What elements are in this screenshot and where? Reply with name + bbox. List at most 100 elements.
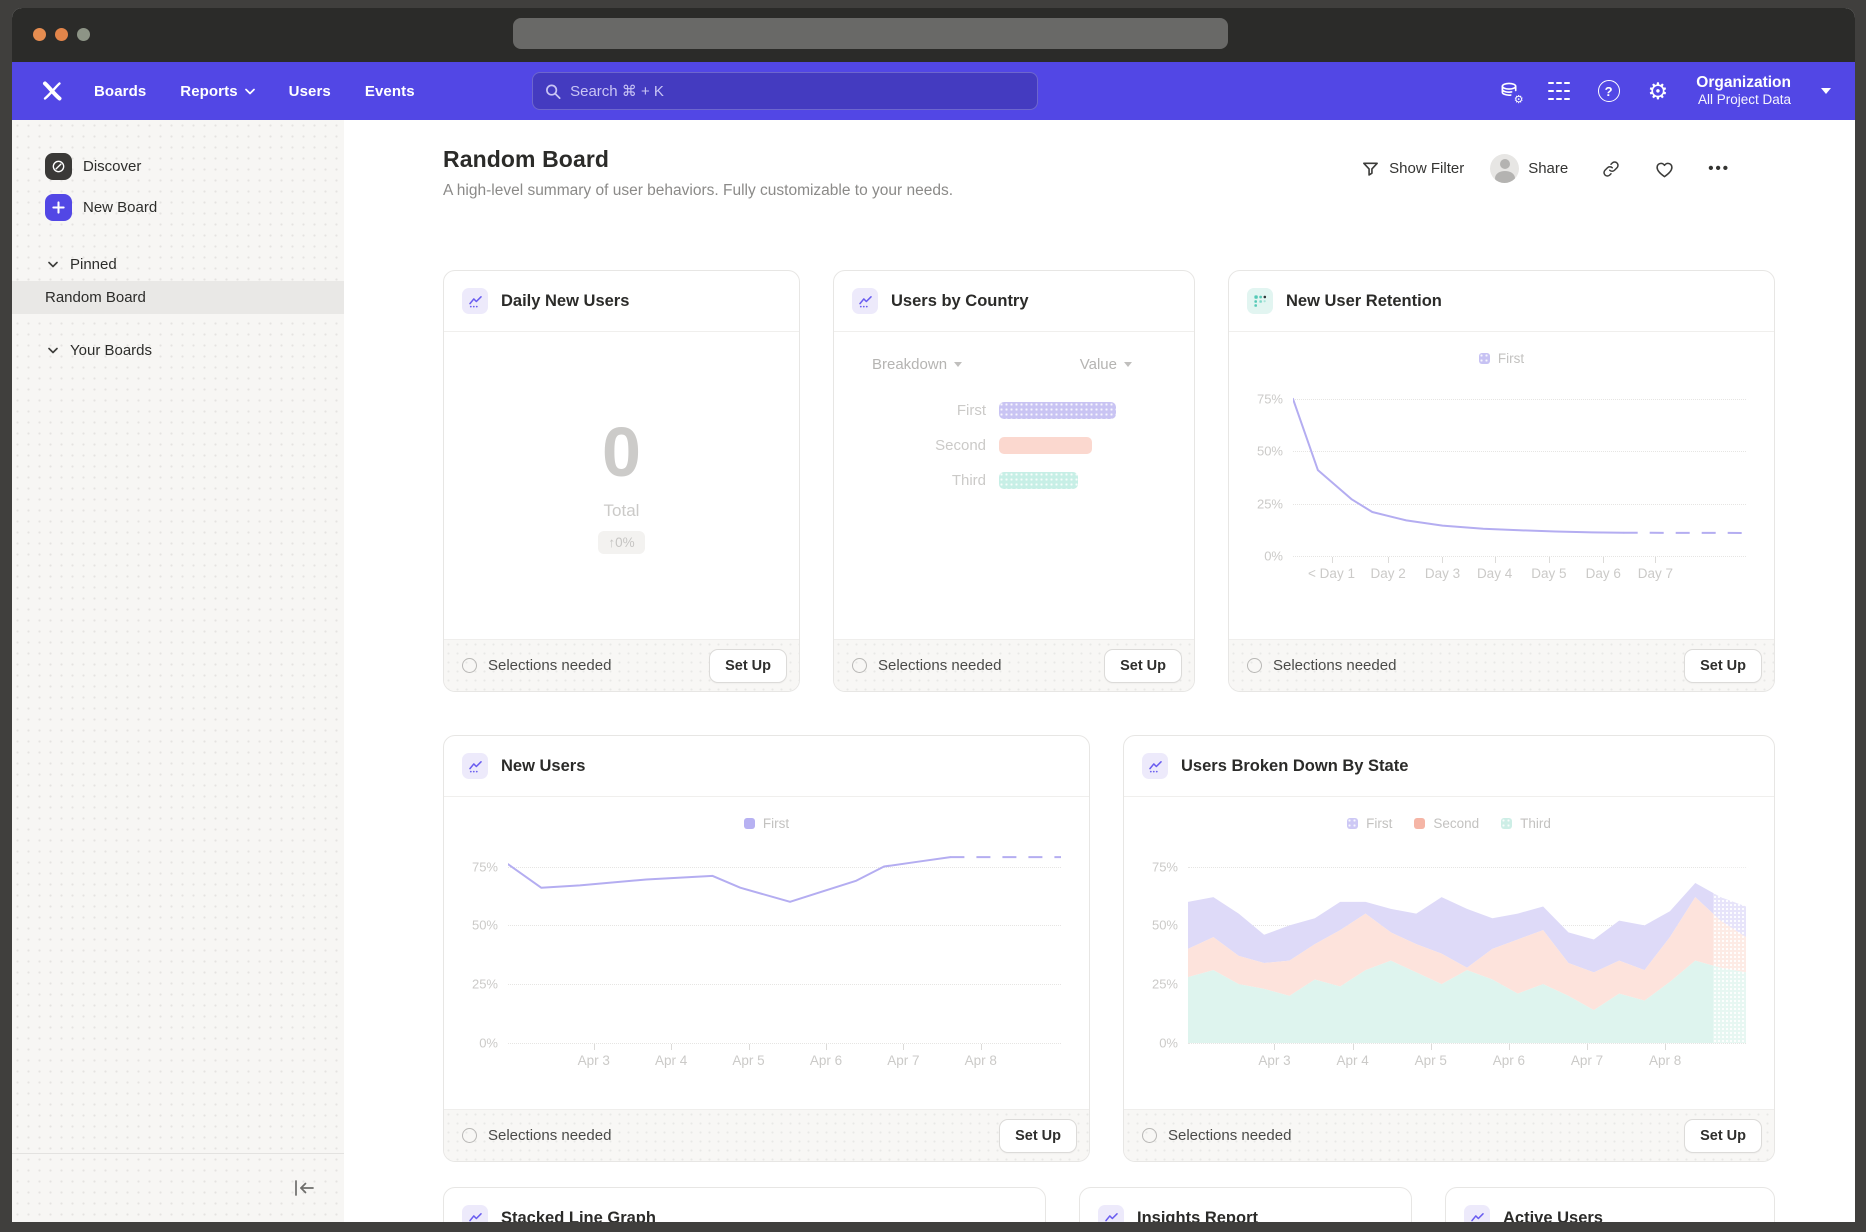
chevron-down-icon: [245, 88, 255, 95]
status-text: Selections needed: [488, 1127, 611, 1144]
sidebar-item-label: Random Board: [45, 289, 146, 306]
nav-item-reports[interactable]: Reports: [180, 83, 254, 100]
org-switcher[interactable]: Organization All Project Data: [1696, 73, 1791, 109]
x-tick: [1603, 557, 1604, 563]
apps-grid-icon[interactable]: [1548, 80, 1570, 102]
line-chart-icon: [462, 288, 488, 314]
copy-link-icon[interactable]: [1601, 159, 1621, 179]
y-tick-label: 75%: [472, 859, 498, 874]
legend-label: First: [763, 816, 789, 831]
card-footer: Selections needed Set Up: [1124, 1109, 1774, 1161]
nav-item-label: Boards: [94, 83, 146, 100]
sidebar-section-pinned[interactable]: Pinned: [12, 248, 344, 281]
url-bar[interactable]: [513, 18, 1228, 49]
favorite-heart-icon[interactable]: [1654, 159, 1675, 179]
card-footer: Selections needed Set Up: [1229, 639, 1774, 691]
nav-item-events[interactable]: Events: [365, 83, 415, 100]
legend-label: First: [1498, 351, 1524, 366]
help-icon[interactable]: ?: [1598, 80, 1620, 102]
mixpanel-logo-icon[interactable]: [40, 79, 64, 103]
chart-legend: First: [444, 813, 1089, 833]
x-tick-label: Apr 6: [1493, 1053, 1525, 1068]
nav-menu: Boards Reports Users Events: [94, 83, 415, 100]
search-input[interactable]: [570, 83, 1025, 100]
card-title: Daily New Users: [501, 292, 629, 311]
set-up-button[interactable]: Set Up: [999, 1119, 1077, 1153]
plus-icon: [45, 194, 72, 221]
x-tick: [826, 1044, 827, 1050]
status-circle-icon: [852, 658, 867, 673]
filter-funnel-icon[interactable]: [1361, 159, 1380, 178]
card-header: Users Broken Down By State: [1124, 736, 1774, 797]
card-header: Insights Report: [1080, 1188, 1411, 1222]
sidebar: Discover New Board Pinned Random Board: [12, 120, 344, 1222]
caret-down-icon: [1124, 362, 1132, 367]
x-tick-label: Day 5: [1531, 566, 1566, 581]
data-management-icon[interactable]: ⚙: [1499, 81, 1520, 102]
card-users-by-country: Users by Country Breakdown Value: [833, 270, 1195, 692]
legend-item-second: Second: [1414, 816, 1479, 831]
share-button[interactable]: Share: [1528, 160, 1568, 177]
line-chart-icon: [1464, 1205, 1490, 1222]
window-zoom-button[interactable]: [77, 28, 90, 41]
plot-area: [1293, 378, 1746, 556]
sidebar-section-label: Pinned: [70, 256, 117, 273]
set-up-button[interactable]: Set Up: [1684, 1119, 1762, 1153]
cards-row-3: Stacked Line Graph Insights Report: [443, 1187, 1775, 1222]
board-title-block: Random Board A high-level summary of use…: [443, 146, 953, 200]
board-subtitle: A high-level summary of user behaviors. …: [443, 182, 953, 200]
set-up-button[interactable]: Set Up: [1684, 649, 1762, 683]
window-minimize-button[interactable]: [55, 28, 68, 41]
status-text: Selections needed: [1273, 657, 1396, 674]
value-dropdown[interactable]: Value: [1080, 356, 1132, 373]
country-chart-body: Breakdown Value FirstSecondThird: [834, 332, 1194, 639]
collapse-sidebar-icon[interactable]: [292, 1179, 316, 1197]
sidebar-item-new-board[interactable]: New Board: [12, 187, 344, 228]
legend-label: Second: [1433, 816, 1479, 831]
breakdown-dropdown[interactable]: Breakdown: [872, 356, 962, 373]
card-header: New User Retention: [1229, 271, 1774, 332]
chevron-down-icon: [48, 347, 58, 354]
set-up-button[interactable]: Set Up: [1104, 649, 1182, 683]
help-glyph: ?: [1605, 84, 1613, 99]
sidebar-item-discover[interactable]: Discover: [12, 146, 344, 187]
settings-gear-icon[interactable]: ⚙: [1648, 80, 1669, 103]
dropdown-label: Value: [1080, 356, 1117, 373]
second-swatch: [1414, 818, 1425, 829]
x-tick: [1442, 557, 1443, 563]
card-header: Daily New Users: [444, 271, 799, 332]
y-tick-label: 0%: [479, 1036, 498, 1051]
y-tick-label: 25%: [1152, 977, 1178, 992]
window-titlebar: [12, 8, 1855, 62]
nav-item-users[interactable]: Users: [289, 83, 331, 100]
card-header: Active Users: [1446, 1188, 1774, 1222]
sidebar-section-your-boards[interactable]: Your Boards: [12, 334, 344, 367]
chart-legend: First: [1229, 348, 1774, 368]
card-footer: Selections needed Set Up: [834, 639, 1194, 691]
more-options-button[interactable]: •••: [1708, 160, 1730, 177]
browser-window: Boards Reports Users Events ⚙: [12, 8, 1855, 1222]
y-tick-label: 75%: [1257, 391, 1283, 406]
x-tick-label: Apr 3: [1258, 1053, 1290, 1068]
status-text: Selections needed: [488, 657, 611, 674]
nav-item-label: Reports: [180, 83, 237, 100]
card-footer: Selections needed Set Up: [444, 1109, 1089, 1161]
org-project-scope: All Project Data: [1696, 92, 1791, 109]
forecast-overlay: [1713, 843, 1746, 1043]
country-row-bar: [999, 437, 1092, 454]
card-title: New Users: [501, 757, 585, 776]
country-controls: Breakdown Value: [834, 356, 1194, 373]
avatar[interactable]: [1490, 154, 1519, 183]
global-search[interactable]: [532, 72, 1038, 110]
status-circle-icon: [1142, 1128, 1157, 1143]
nav-item-boards[interactable]: Boards: [94, 83, 146, 100]
window-close-button[interactable]: [33, 28, 46, 41]
card-daily-new-users: Daily New Users 0 Total ↑0% Selections n…: [443, 270, 800, 692]
status-text: Selections needed: [878, 657, 1001, 674]
third-swatch: [1501, 818, 1512, 829]
show-filter-button[interactable]: Show Filter: [1389, 160, 1464, 177]
set-up-button[interactable]: Set Up: [709, 649, 787, 683]
sidebar-item-label: Discover: [83, 158, 141, 175]
legend-item-third: Third: [1501, 816, 1551, 831]
sidebar-item-random-board[interactable]: Random Board: [12, 281, 344, 314]
